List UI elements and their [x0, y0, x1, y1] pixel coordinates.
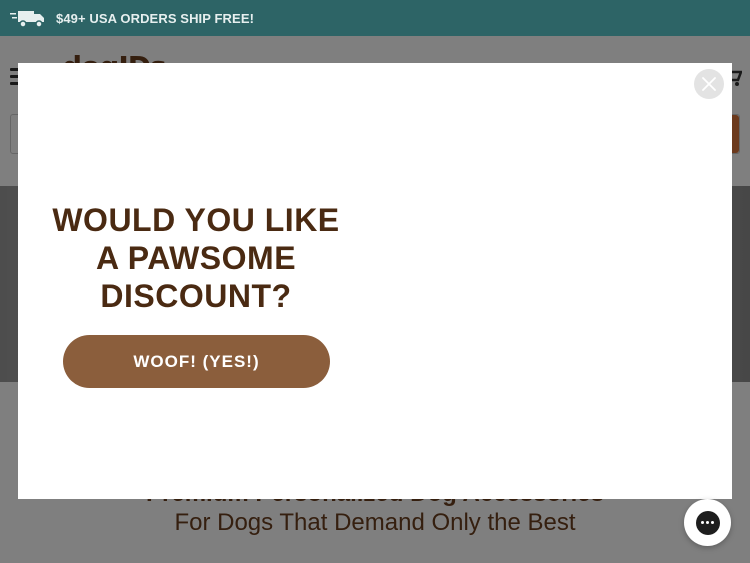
- discount-modal: WOULD YOU LIKE A PAWSOME DISCOUNT? WOOF!…: [18, 63, 732, 499]
- close-button[interactable]: [694, 69, 724, 99]
- close-icon: [702, 77, 716, 91]
- announcement-text: $49+ USA ORDERS SHIP FREE!: [56, 10, 255, 26]
- headline-line: WOULD YOU LIKE: [52, 202, 340, 238]
- truck-icon: [10, 11, 44, 28]
- accept-discount-button[interactable]: WOOF! (YES!): [63, 335, 330, 388]
- headline-line: DISCOUNT?: [100, 278, 292, 314]
- chat-icon: [695, 510, 720, 535]
- headline-line: A PAWSOME: [95, 240, 297, 276]
- modal-headline: WOULD YOU LIKE A PAWSOME DISCOUNT?: [48, 201, 344, 315]
- chat-button[interactable]: [684, 499, 731, 546]
- announcement-bar: $49+ USA ORDERS SHIP FREE!: [0, 0, 750, 36]
